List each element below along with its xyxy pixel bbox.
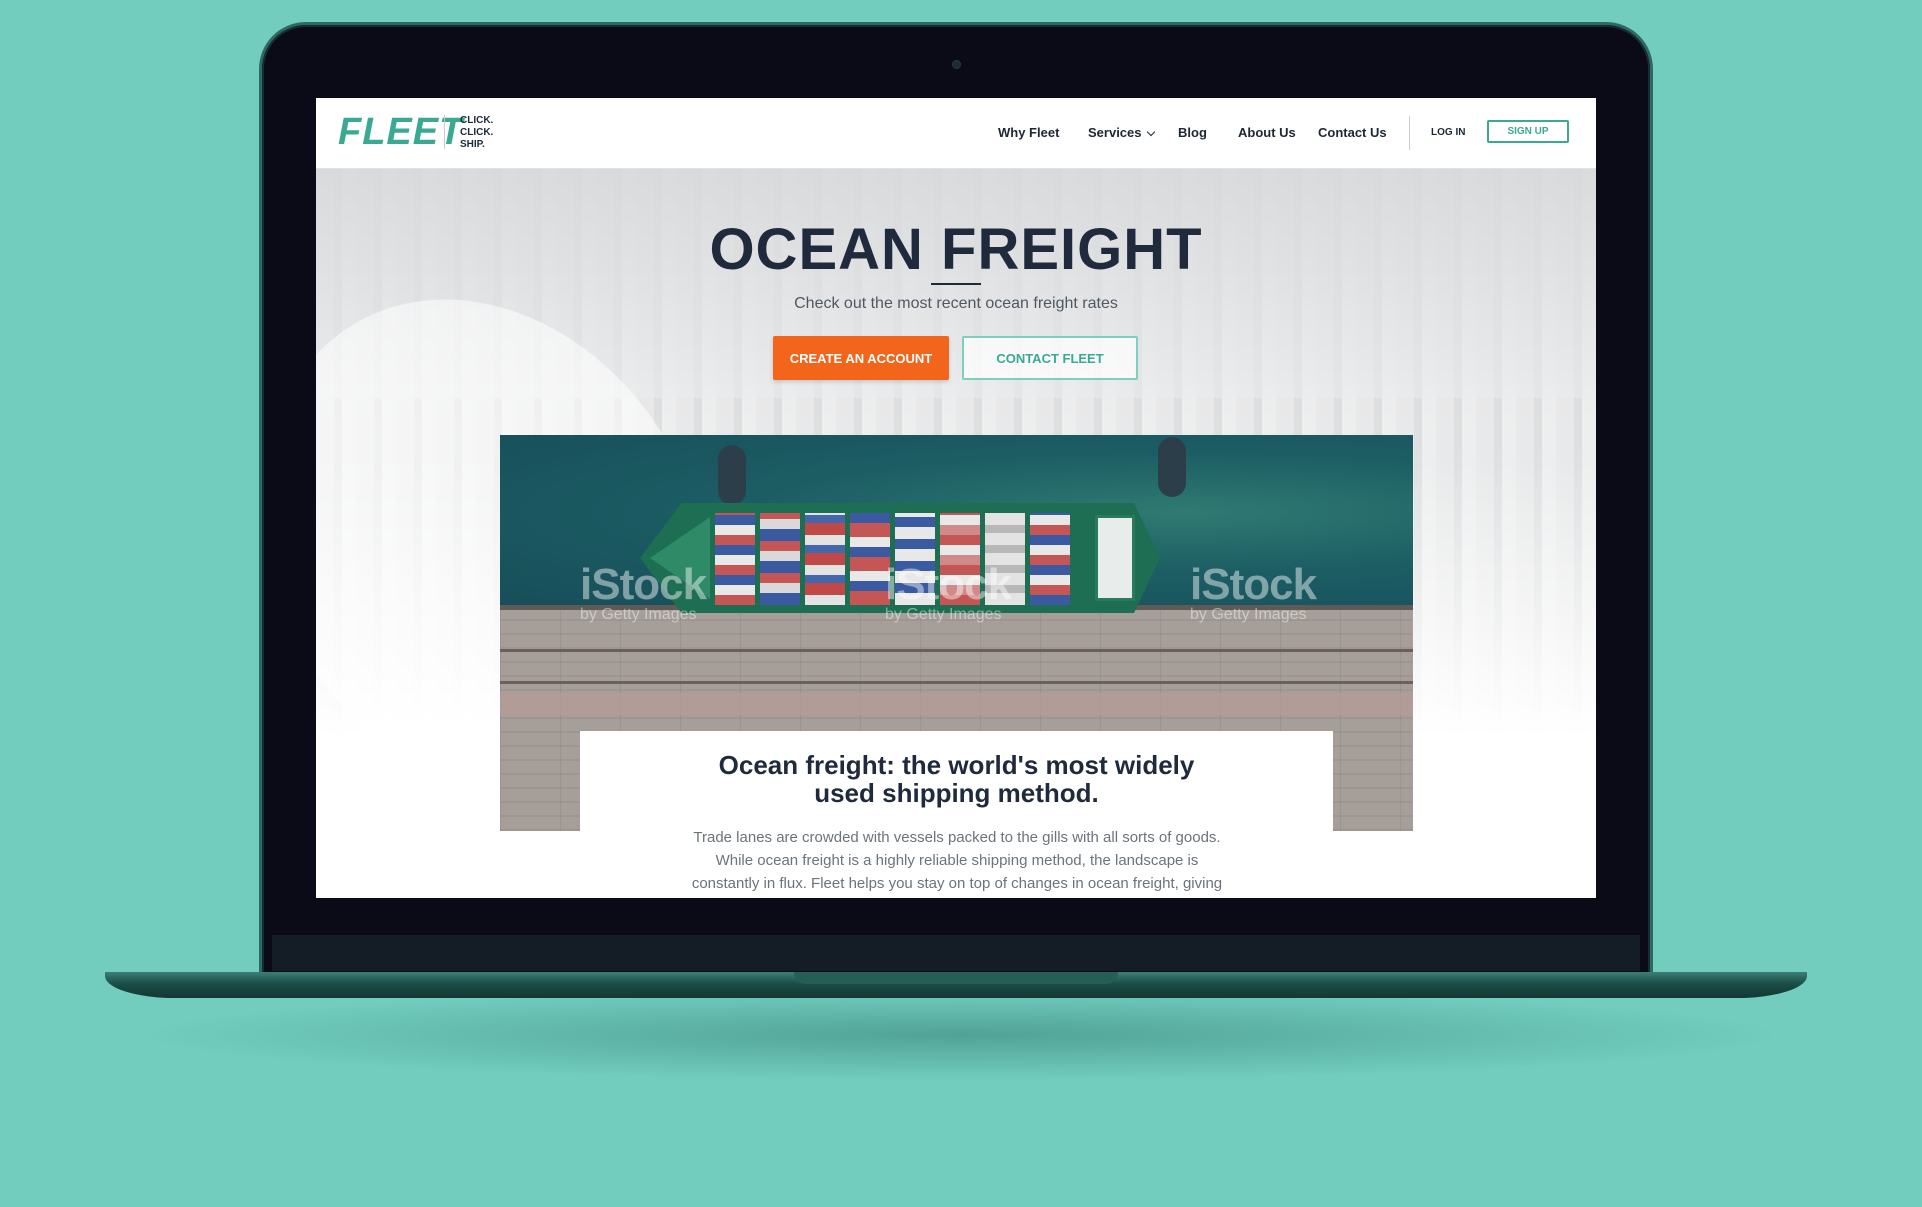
container-stack — [760, 513, 800, 605]
nav-item-contact-us[interactable]: Contact Us — [1318, 125, 1387, 140]
tugboat — [1158, 437, 1186, 497]
container-stack — [805, 513, 845, 605]
container-stack — [1030, 513, 1070, 605]
laptop-notch — [794, 972, 1118, 984]
photo-watermark: iStock by Getty Images — [580, 560, 707, 623]
tagline-line: CLICK. — [460, 127, 494, 138]
container-stack — [715, 513, 755, 605]
login-link[interactable]: LOG IN — [1431, 127, 1465, 138]
container-stack — [850, 513, 890, 605]
tagline-line: CLICK. — [460, 115, 494, 126]
nav-divider — [1409, 116, 1410, 150]
article-body: Trade lanes are crowded with vessels pac… — [691, 829, 1223, 892]
article-card: Ocean freight: the world's most widely u… — [580, 731, 1333, 898]
nav-item-label: Services — [1088, 125, 1142, 140]
camera-icon — [952, 60, 961, 69]
page-title: OCEAN FREIGHT — [709, 217, 1203, 282]
logo-divider — [444, 115, 445, 149]
nav-item-services[interactable]: Services — [1088, 125, 1155, 140]
site-header: FLEET CLICK. CLICK. SHIP. Why Fleet Serv… — [316, 98, 1596, 169]
create-account-button[interactable]: CREATE AN ACCOUNT — [773, 336, 949, 380]
tagline-line: SHIP. — [460, 139, 485, 150]
title-underline — [931, 283, 981, 285]
contact-fleet-button[interactable]: CONTACT FLEET — [962, 336, 1138, 380]
article-heading: Ocean freight: the world's most widely u… — [718, 750, 1195, 808]
photo-watermark: iStock by Getty Images — [1190, 560, 1317, 623]
ship-bridge — [1095, 515, 1135, 601]
chevron-down-icon — [1146, 127, 1155, 137]
hero-subtitle: Check out the most recent ocean freight … — [794, 295, 1118, 312]
nav-item-about-us[interactable]: About Us — [1238, 125, 1296, 140]
nav-item-why-fleet[interactable]: Why Fleet — [998, 125, 1059, 140]
laptop-shadow — [150, 990, 1772, 1080]
photo-watermark: iStock by Getty Images — [885, 560, 1012, 623]
laptop-bezel-bottom — [272, 935, 1640, 971]
browser-viewport: FLEET CLICK. CLICK. SHIP. Why Fleet Serv… — [316, 98, 1596, 898]
nav-item-blog[interactable]: Blog — [1178, 125, 1207, 140]
signup-button[interactable]: SIGN UP — [1487, 120, 1569, 143]
tugboat — [718, 445, 746, 505]
tagline: CLICK. CLICK. SHIP. — [460, 115, 520, 151]
